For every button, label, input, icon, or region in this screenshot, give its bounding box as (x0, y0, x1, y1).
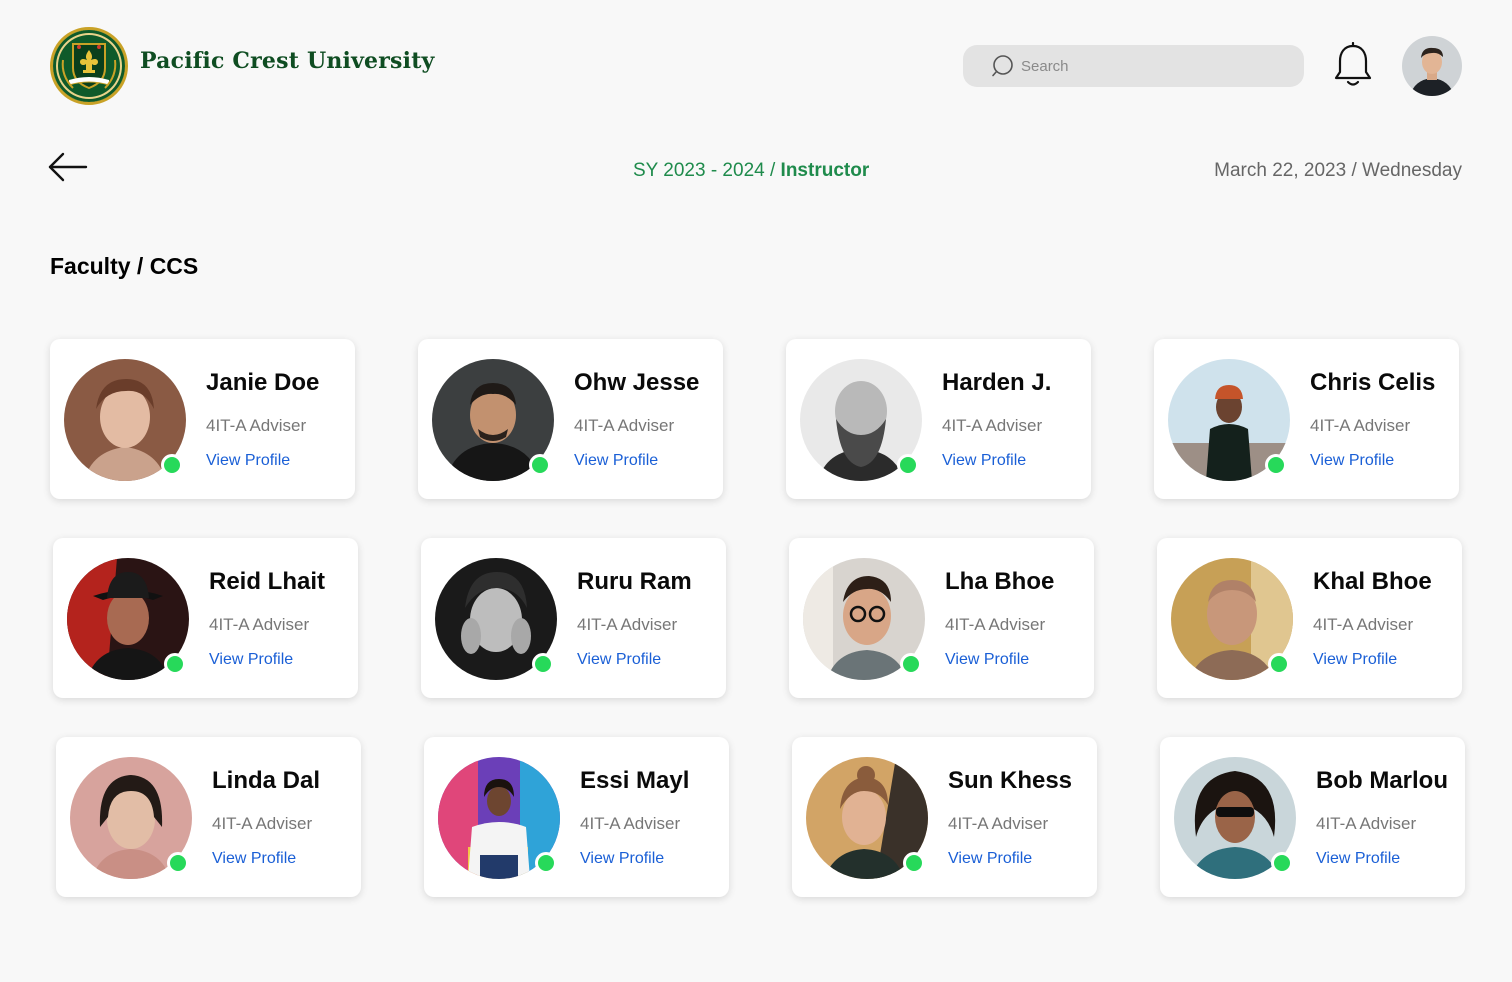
online-status-indicator (897, 454, 919, 476)
faculty-card[interactable]: Lha Bhoe 4IT-A Adviser View Profile (789, 538, 1094, 698)
faculty-name: Essi Mayl (580, 767, 690, 794)
role-label: Instructor (780, 160, 870, 181)
faculty-role: 4IT-A Adviser (1313, 615, 1414, 634)
view-profile-link[interactable]: View Profile (948, 850, 1032, 868)
avatar-container (438, 757, 560, 879)
school-year: SY 2023 - 2024 (633, 160, 765, 181)
faculty-role: 4IT-A Adviser (206, 416, 307, 435)
bell-icon[interactable] (1333, 42, 1373, 90)
online-status-indicator (529, 454, 551, 476)
date-value: March 22, 2023 (1214, 160, 1347, 181)
faculty-card[interactable]: Bob Marlou 4IT-A Adviser View Profile (1160, 737, 1465, 897)
faculty-name: Ruru Ram (577, 568, 692, 595)
online-status-indicator (167, 852, 189, 874)
view-profile-link[interactable]: View Profile (942, 452, 1026, 470)
page-title: Faculty / CCS (50, 253, 199, 279)
faculty-card[interactable]: Chris Celis 4IT-A Adviser View Profile (1154, 339, 1459, 499)
faculty-role: 4IT-A Adviser (1310, 416, 1411, 435)
avatar-container (64, 359, 186, 481)
avatar-container (67, 558, 189, 680)
online-status-indicator (900, 653, 922, 675)
weekday: Wednesday (1362, 160, 1462, 181)
search-bar[interactable] (963, 45, 1304, 87)
date-separator: / (1351, 160, 1357, 181)
faculty-role: 4IT-A Adviser (948, 814, 1049, 833)
view-profile-link[interactable]: View Profile (945, 651, 1029, 669)
faculty-role: 4IT-A Adviser (577, 615, 678, 634)
faculty-name: Janie Doe (206, 369, 320, 396)
university-logo-icon[interactable] (50, 27, 128, 105)
faculty-card[interactable]: Linda Dal 4IT-A Adviser View Profile (56, 737, 361, 897)
faculty-role: 4IT-A Adviser (574, 416, 675, 435)
faculty-card[interactable]: Ruru Ram 4IT-A Adviser View Profile (421, 538, 726, 698)
avatar-container (432, 359, 554, 481)
user-avatar[interactable] (1402, 36, 1462, 96)
view-profile-link[interactable]: View Profile (212, 850, 296, 868)
faculty-name: Sun Khess (948, 767, 1073, 794)
avatar-container (1168, 359, 1290, 481)
avatar-container (803, 558, 925, 680)
faculty-role: 4IT-A Adviser (580, 814, 681, 833)
faculty-name: Ohw Jesse (574, 369, 700, 396)
faculty-card[interactable]: Janie Doe 4IT-A Adviser View Profile (50, 339, 355, 499)
view-profile-link[interactable]: View Profile (580, 850, 664, 868)
view-profile-link[interactable]: View Profile (209, 651, 293, 669)
search-icon (992, 55, 1013, 77)
faculty-page: Pacific Crest University SY 2023 - 2024 … (0, 0, 1512, 982)
online-status-indicator (1265, 454, 1287, 476)
faculty-name: Linda Dal (212, 767, 321, 794)
faculty-name: Reid Lhait (209, 568, 326, 595)
faculty-card[interactable]: Ohw Jesse 4IT-A Adviser View Profile (418, 339, 723, 499)
faculty-name: Harden J. (942, 369, 1052, 396)
faculty-name: Khal Bhoe (1313, 568, 1432, 595)
view-profile-link[interactable]: View Profile (577, 651, 661, 669)
faculty-name: Bob Marlou (1316, 767, 1448, 794)
search-input[interactable] (1021, 45, 1291, 87)
faculty-name: Lha Bhoe (945, 568, 1055, 595)
online-status-indicator (903, 852, 925, 874)
faculty-card[interactable]: Reid Lhait 4IT-A Adviser View Profile (53, 538, 358, 698)
separator: / (769, 160, 776, 181)
faculty-role: 4IT-A Adviser (209, 615, 310, 634)
view-profile-link[interactable]: View Profile (1313, 651, 1397, 669)
faculty-role: 4IT-A Adviser (1316, 814, 1417, 833)
university-name: Pacific Crest University (140, 48, 435, 74)
faculty-card[interactable]: Essi Mayl 4IT-A Adviser View Profile (424, 737, 729, 897)
avatar-container (1171, 558, 1293, 680)
avatar-container (806, 757, 928, 879)
online-status-indicator (164, 653, 186, 675)
online-status-indicator (535, 852, 557, 874)
online-status-indicator (1271, 852, 1293, 874)
online-status-indicator (161, 454, 183, 476)
faculty-card[interactable]: Harden J. 4IT-A Adviser View Profile (786, 339, 1091, 499)
view-profile-link[interactable]: View Profile (1316, 850, 1400, 868)
faculty-role: 4IT-A Adviser (212, 814, 313, 833)
avatar-container (70, 757, 192, 879)
avatar-container (1174, 757, 1296, 879)
avatar-container (435, 558, 557, 680)
view-profile-link[interactable]: View Profile (1310, 452, 1394, 470)
faculty-role: 4IT-A Adviser (945, 615, 1046, 634)
faculty-role: 4IT-A Adviser (942, 416, 1043, 435)
view-profile-link[interactable]: View Profile (206, 452, 290, 470)
current-date: March 22, 2023 / Wednesday (1214, 160, 1462, 182)
school-year-role: SY 2023 - 2024 / Instructor (633, 160, 869, 182)
avatar-container (800, 359, 922, 481)
arrow-left-icon[interactable] (47, 151, 89, 183)
faculty-name: Chris Celis (1310, 369, 1436, 396)
faculty-card[interactable]: Khal Bhoe 4IT-A Adviser View Profile (1157, 538, 1462, 698)
view-profile-link[interactable]: View Profile (574, 452, 658, 470)
online-status-indicator (532, 653, 554, 675)
online-status-indicator (1268, 653, 1290, 675)
faculty-card[interactable]: Sun Khess 4IT-A Adviser View Profile (792, 737, 1097, 897)
